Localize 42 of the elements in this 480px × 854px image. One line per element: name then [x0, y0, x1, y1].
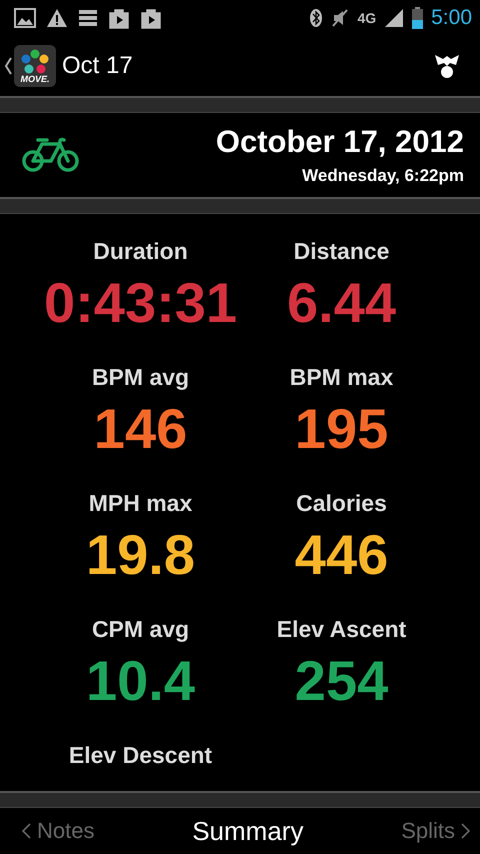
share-button[interactable] — [434, 53, 460, 79]
store-icon — [140, 7, 162, 29]
stat-label: Duration — [93, 238, 188, 265]
chevron-right-icon — [461, 823, 470, 839]
stat-label: BPM avg — [92, 364, 190, 391]
share-icon — [434, 53, 460, 79]
warning-icon — [46, 8, 68, 28]
stat-label: Elev Descent — [68, 742, 212, 769]
stat-label: CPM avg — [92, 616, 190, 643]
stat-value: 0:43:31 — [44, 270, 238, 336]
store-icon — [108, 7, 130, 29]
stat-label: BPM max — [290, 364, 394, 391]
activity-day-time: Wednesday, 6:22pm — [302, 166, 464, 186]
stat-label: Calories — [296, 490, 387, 517]
page-tab[interactable]: Summary — [192, 816, 304, 846]
stat-value: 254 — [294, 648, 388, 714]
muted-speaker-icon — [331, 8, 350, 28]
stat-label: Distance — [294, 238, 390, 265]
stat-value: 6.44 — [287, 270, 396, 336]
bicycle-icon — [22, 137, 80, 173]
page-tab[interactable]: Notes — [22, 818, 94, 844]
stat-value: 195 — [294, 396, 388, 462]
chevron-left-icon — [22, 823, 31, 839]
network-type-label: 4G — [357, 10, 376, 26]
picture-icon — [14, 8, 36, 28]
stat-label: Elev Ascent — [276, 616, 406, 643]
app-home-button[interactable]: MOVE. — [4, 45, 56, 87]
stat-value: 446 — [294, 522, 388, 588]
clock-time: 5:00 — [431, 6, 472, 30]
screen-title: Oct 17 — [62, 52, 134, 80]
stat-value: 10.4 — [86, 648, 196, 714]
battery-icon — [412, 7, 424, 29]
list-icon — [78, 8, 98, 28]
signal-icon — [384, 8, 404, 28]
stat-value: 146 — [94, 396, 188, 462]
app-logo: MOVE. — [14, 45, 56, 87]
activity-date: October 17, 2012 — [216, 124, 464, 160]
stat-value: 19.8 — [86, 522, 196, 588]
page-tab[interactable]: Splits — [401, 818, 470, 844]
stat-label: MPH max — [88, 490, 192, 517]
bluetooth-icon — [309, 8, 324, 28]
back-caret-icon — [4, 57, 12, 75]
